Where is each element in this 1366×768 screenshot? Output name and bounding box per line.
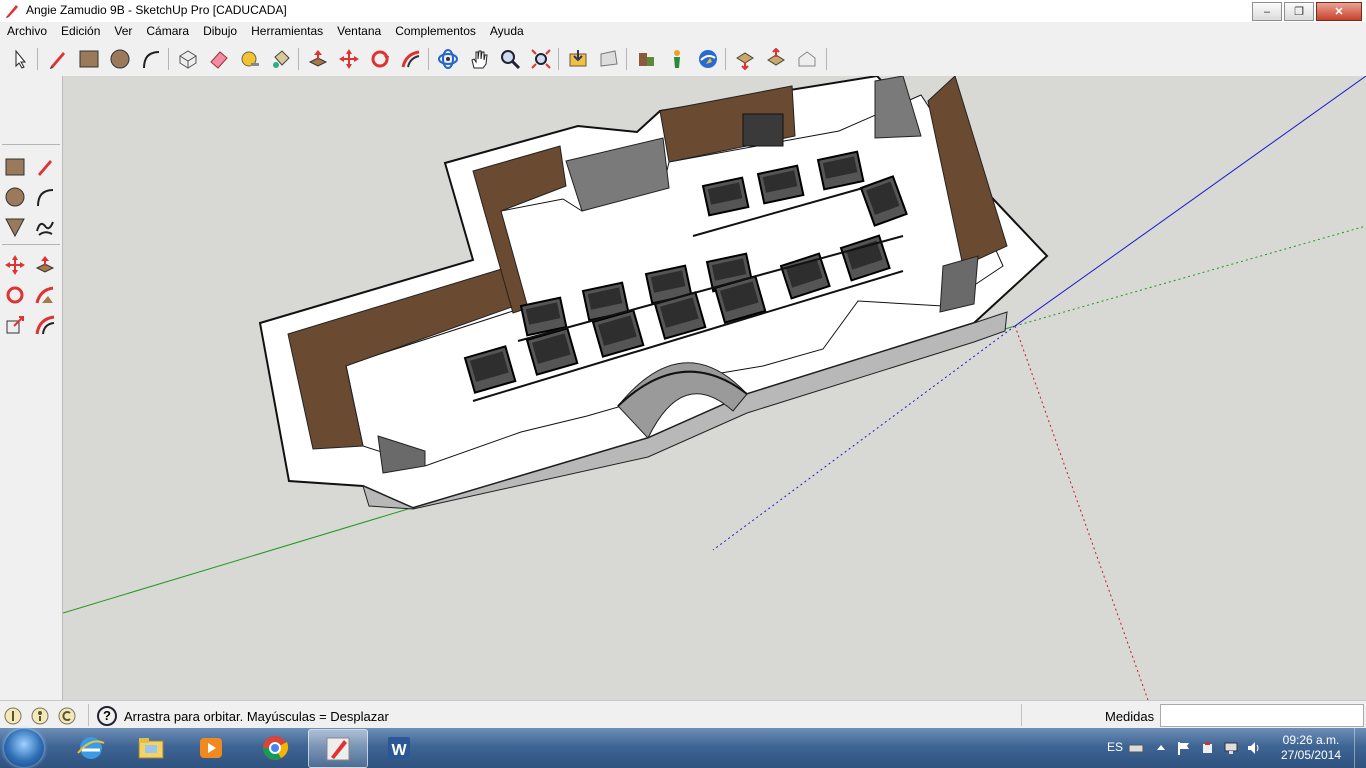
status-bar: ? Arrastra para orbitar. Mayúsculas = De… [0, 700, 1366, 729]
polygon-icon[interactable] [2, 214, 28, 240]
network-icon[interactable] [1223, 740, 1239, 756]
internet-explorer-icon[interactable] [62, 729, 120, 766]
show-hidden-icons[interactable] [1153, 740, 1169, 756]
chrome-icon[interactable] [246, 729, 304, 766]
media-player-icon[interactable] [182, 729, 240, 766]
follow-me-icon[interactable] [398, 46, 424, 72]
left-toolbar [0, 76, 63, 700]
tape-measure-icon[interactable] [237, 46, 263, 72]
rectangle-icon[interactable] [76, 46, 102, 72]
arc-icon[interactable] [32, 184, 58, 210]
import-icon[interactable] [732, 46, 758, 72]
close-button[interactable]: ✕ [1316, 2, 1362, 21]
menu-ver[interactable]: Ver [107, 22, 139, 42]
measurements-input[interactable] [1160, 704, 1364, 727]
credits-icon[interactable] [31, 707, 49, 725]
3d-viewport[interactable] [63, 76, 1366, 700]
make-component-icon[interactable] [175, 46, 201, 72]
menu-dibujo[interactable]: Dibujo [196, 22, 244, 42]
arc-icon[interactable] [138, 46, 164, 72]
push-pull-icon[interactable] [32, 252, 58, 278]
position-camera-icon[interactable] [664, 46, 690, 72]
blue-axis [1014, 76, 1366, 327]
system-clock[interactable]: 09:26 a.m. 27/05/2014 [1276, 733, 1346, 763]
red-axis [1014, 325, 1149, 700]
menu-ayuda[interactable]: Ayuda [483, 22, 531, 42]
svg-text:W: W [391, 742, 407, 759]
windows-taskbar: W ES 09:26 a.m. 27/05/2014 [0, 728, 1366, 768]
move-icon[interactable] [336, 46, 362, 72]
rectangle-icon[interactable] [2, 154, 28, 180]
geo-location-icon[interactable] [4, 707, 22, 725]
zoom-icon[interactable] [497, 46, 523, 72]
clock-time: 09:26 a.m. [1282, 733, 1340, 747]
google-earth-icon[interactable] [695, 46, 721, 72]
rotate-icon[interactable] [367, 46, 393, 72]
eraser-icon[interactable] [206, 46, 232, 72]
measurements-label: Medidas [1105, 709, 1155, 724]
word-icon[interactable]: W [370, 729, 428, 766]
window-title: Angie Zamudio 9B - SketchUp Pro [CADUCAD… [26, 3, 287, 17]
freehand-icon[interactable] [32, 214, 58, 240]
push-pull-icon[interactable] [305, 46, 331, 72]
menu-edicion[interactable]: Edición [54, 22, 107, 42]
share-model-icon[interactable] [596, 46, 622, 72]
sketchup-icon[interactable] [308, 729, 368, 768]
menu-camara[interactable]: Cámara [139, 22, 196, 42]
preview-icon[interactable] [794, 46, 820, 72]
title-bar: Angie Zamudio 9B - SketchUp Pro [CADUCAD… [0, 0, 1366, 22]
help-icon[interactable]: ? [97, 706, 117, 726]
main-toolbar [0, 42, 1366, 77]
get-models-icon[interactable] [565, 46, 591, 72]
minimize-button[interactable]: – [1252, 2, 1282, 21]
orbit-icon[interactable] [435, 46, 461, 72]
model-canvas [63, 76, 1366, 700]
menu-ventana[interactable]: Ventana [330, 22, 388, 42]
show-desktop-button[interactable] [1354, 728, 1366, 768]
status-hint: Arrastra para orbitar. Mayúsculas = Desp… [124, 709, 389, 724]
clock-date: 27/05/2014 [1280, 748, 1342, 762]
circle-icon[interactable] [107, 46, 133, 72]
menu-bar: Archivo Edición Ver Cámara Dibujo Herram… [0, 22, 1366, 42]
pencil-icon[interactable] [45, 46, 71, 72]
green-axis-negative [1014, 225, 1366, 327]
window-grille [742, 113, 784, 147]
line-icon[interactable] [32, 154, 58, 180]
scale-icon[interactable] [2, 312, 28, 338]
rotate-icon[interactable] [2, 282, 28, 308]
language-indicator[interactable]: ES [1107, 740, 1123, 754]
circle-icon[interactable] [2, 184, 28, 210]
follow-me-icon[interactable] [32, 282, 58, 308]
zoom-extents-icon[interactable] [528, 46, 554, 72]
export-icon[interactable] [763, 46, 789, 72]
maximize-button[interactable]: ❐ [1284, 2, 1314, 21]
menu-herramientas[interactable]: Herramientas [244, 22, 330, 42]
warehouse-icon[interactable] [633, 46, 659, 72]
pan-icon[interactable] [466, 46, 492, 72]
menu-archivo[interactable]: Archivo [0, 22, 54, 42]
keyboard-icon[interactable] [1128, 740, 1144, 756]
volume-icon[interactable] [1246, 740, 1262, 756]
paint-bucket-icon[interactable] [268, 46, 294, 72]
sign-in-icon[interactable] [58, 707, 76, 725]
file-explorer-icon[interactable] [122, 729, 180, 766]
start-button[interactable] [4, 729, 44, 767]
select-icon[interactable] [7, 46, 33, 72]
power-icon[interactable] [1200, 740, 1216, 756]
action-center-icon[interactable] [1176, 740, 1192, 756]
move-icon[interactable] [2, 252, 28, 278]
menu-complementos[interactable]: Complementos [388, 22, 483, 42]
offset-icon[interactable] [32, 312, 58, 338]
sketchup-app-icon [6, 5, 18, 18]
